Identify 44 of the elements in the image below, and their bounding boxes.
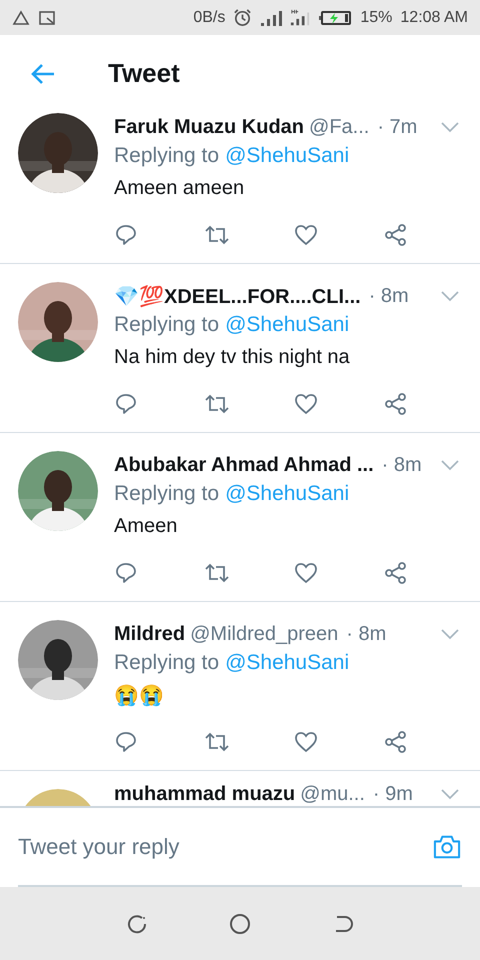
user-name[interactable]: Abubakar Ahmad Ahmad ... (114, 454, 374, 476)
clock-time: 12:08 AM (400, 8, 468, 26)
retweet-icon[interactable] (204, 392, 230, 416)
page-title: Tweet (108, 58, 180, 89)
tweet-time: · 8m (368, 284, 409, 308)
replying-label: Replying to (114, 313, 220, 337)
back-button[interactable] (29, 62, 57, 86)
tweet-time: · 8m (346, 622, 386, 646)
signal-icon (290, 8, 310, 28)
user-name[interactable]: muhammad muazu (114, 782, 296, 806)
heart-icon[interactable] (294, 392, 320, 416)
tweet-time: · 9m (372, 782, 413, 806)
alarm-icon (233, 8, 252, 27)
replying-label: Replying to (114, 144, 220, 168)
signal-icon (260, 8, 282, 26)
retweet-icon[interactable] (204, 223, 230, 247)
warning-triangle-icon (12, 10, 30, 26)
network-speed: 0B/s (193, 8, 226, 26)
retweet-icon[interactable] (204, 561, 230, 585)
tweet-text: Na him dey tv this night na (114, 344, 351, 370)
reply-input-field[interactable]: Tweet your reply (18, 834, 432, 860)
heart-icon[interactable] (294, 223, 320, 247)
user-name[interactable]: 💎💯XDEEL...FOR....CLI... (114, 284, 361, 308)
battery-charging-icon (318, 10, 352, 26)
heart-icon[interactable] (294, 730, 320, 754)
battery-percentage: 15% (360, 8, 392, 26)
home-icon[interactable] (228, 912, 251, 934)
tweet-text: Ameen ameen (114, 176, 246, 200)
replying-label: Replying to (114, 651, 220, 675)
user-handle: @Fa... (309, 116, 370, 138)
retweet-icon[interactable] (204, 730, 230, 754)
user-handle: @mu... (300, 782, 365, 806)
heart-icon[interactable] (294, 561, 320, 585)
user-name[interactable]: Mildred (114, 622, 186, 646)
recent-apps-icon[interactable] (126, 912, 148, 934)
tweet-time: · 7m (377, 116, 418, 138)
tweet-text: Ameen (114, 514, 178, 538)
user-name[interactable]: Faruk Muazu Kudan (114, 116, 304, 138)
image-icon (38, 10, 56, 26)
tweet-text: 😭😭 (114, 684, 165, 708)
user-handle: @Mildred_preen (190, 622, 338, 646)
replying-label: Replying to (114, 482, 220, 506)
tweet-time: · 8m (382, 454, 422, 476)
camera-icon[interactable] (432, 834, 462, 860)
